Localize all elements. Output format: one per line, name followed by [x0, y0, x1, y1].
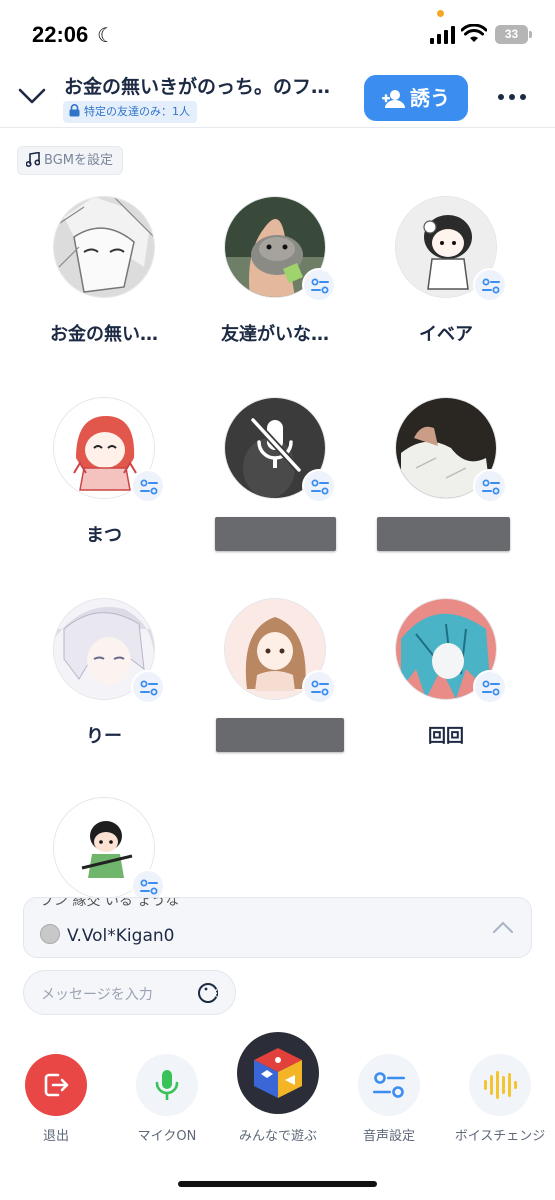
audio-settings-button[interactable]: 音声設定: [334, 1032, 444, 1152]
lock-icon: [69, 104, 80, 117]
member-name: 友達がいな…: [221, 324, 329, 345]
exit-icon: [44, 1073, 69, 1097]
member-name: イベア: [419, 324, 473, 345]
member-10[interactable]: [19, 797, 189, 903]
battery-indicator: 33: [495, 25, 528, 44]
audio-settings-label: 音声設定: [362, 1129, 415, 1144]
sliders-icon: [482, 680, 500, 696]
sliders-icon: [140, 479, 158, 495]
invite-button[interactable]: 誘う: [364, 75, 468, 121]
mic-circle[interactable]: [136, 1054, 198, 1116]
privacy-dot-icon: [437, 10, 444, 17]
home-indicator[interactable]: [178, 1181, 377, 1187]
status-time: 22:06: [32, 22, 89, 47]
add-user-icon: [382, 90, 405, 108]
member-settings-button[interactable]: [302, 268, 336, 302]
play-together-button[interactable]: みんなで遊ぶ: [223, 1032, 333, 1152]
member-settings-button[interactable]: [473, 469, 507, 503]
cellular-signal-icon: [430, 26, 455, 44]
member-name: 回回: [428, 726, 464, 747]
member-9[interactable]: 回回: [361, 598, 531, 778]
emoji-icon[interactable]: [197, 982, 219, 1004]
voice-changer-button[interactable]: ボイスチェンジ: [445, 1032, 555, 1152]
sound-wave-icon: [484, 1071, 517, 1099]
voice-changer-label: ボイスチェンジ: [454, 1129, 546, 1144]
chevron-down-icon[interactable]: [16, 82, 48, 110]
member-settings-button[interactable]: [302, 670, 336, 704]
member-4[interactable]: まつ: [19, 397, 189, 577]
member-7[interactable]: りー: [19, 598, 189, 778]
wifi-icon: [461, 24, 487, 42]
member-6[interactable]: [361, 397, 531, 577]
message-placeholder: メッセージを入力: [41, 987, 153, 1003]
chat-username: V.Vol*Kigan0: [67, 926, 175, 946]
privacy-label: 特定の友達のみ：1人: [84, 105, 190, 118]
bgm-label: BGMを設定: [44, 153, 113, 168]
redacted-name: [216, 718, 344, 752]
chat-message-partial: ブン 縁交 いる ょうな: [40, 897, 180, 909]
member-settings-button[interactable]: [473, 268, 507, 302]
privacy-badge[interactable]: 特定の友達のみ：1人: [63, 101, 197, 123]
member-name: まつ: [86, 525, 122, 546]
redacted-name: [215, 517, 336, 551]
member-settings-button[interactable]: [473, 670, 507, 704]
room-header: お金の無いきがのっち。のフ… 特定の友達のみ：1人 誘う: [0, 64, 555, 128]
member-name: りー: [86, 726, 122, 747]
status-bar: 22:06 ☾ 33: [0, 0, 555, 64]
sliders-icon: [311, 680, 329, 696]
invite-label: 誘う: [410, 86, 450, 110]
microphone-icon: [155, 1070, 179, 1100]
message-input[interactable]: メッセージを入力: [23, 970, 236, 1015]
member-settings-button[interactable]: [131, 670, 165, 704]
sliders-icon: [482, 278, 500, 294]
member-8[interactable]: [190, 598, 360, 778]
audio-settings-circle[interactable]: [358, 1054, 420, 1116]
member-3[interactable]: イベア: [361, 196, 531, 376]
sliders-icon: [311, 278, 329, 294]
game-cube-icon: [254, 1048, 302, 1098]
leave-button[interactable]: 退出: [1, 1032, 111, 1152]
chat-preview[interactable]: ブン 縁交 いる ょうな V.Vol*Kigan0: [23, 897, 532, 958]
sliders-icon: [311, 479, 329, 495]
member-name: お金の無い…: [50, 324, 158, 345]
sliders-icon: [373, 1072, 405, 1098]
sliders-icon: [140, 680, 158, 696]
battery-nub: [529, 31, 532, 38]
member-settings-button[interactable]: [131, 469, 165, 503]
voice-changer-circle[interactable]: [469, 1054, 531, 1116]
bgm-button[interactable]: BGMを設定: [17, 146, 123, 175]
mini-avatar: [40, 924, 60, 944]
chat-message-latest: V.Vol*Kigan0: [40, 924, 174, 946]
chevron-up-icon[interactable]: [492, 920, 514, 934]
member-5[interactable]: [190, 397, 360, 577]
member-1[interactable]: お金の無い…: [19, 196, 189, 376]
sliders-icon: [482, 479, 500, 495]
more-options-icon[interactable]: [494, 86, 530, 108]
play-label: みんなで遊ぶ: [238, 1129, 317, 1144]
music-note-icon: [25, 151, 41, 168]
member-settings-button[interactable]: [302, 469, 336, 503]
member-2[interactable]: 友達がいな…: [190, 196, 360, 376]
mic-toggle-button[interactable]: マイクON: [112, 1032, 222, 1152]
leave-circle[interactable]: [25, 1054, 87, 1116]
sliders-icon: [140, 879, 158, 895]
mic-label: マイクON: [137, 1129, 197, 1144]
redacted-name: [377, 517, 510, 551]
moon-icon: ☾: [97, 23, 115, 47]
leave-label: 退出: [42, 1129, 69, 1144]
play-circle[interactable]: [237, 1032, 319, 1114]
avatar[interactable]: [53, 196, 155, 298]
room-title: お金の無いきがのっち。のフ…: [64, 76, 331, 98]
